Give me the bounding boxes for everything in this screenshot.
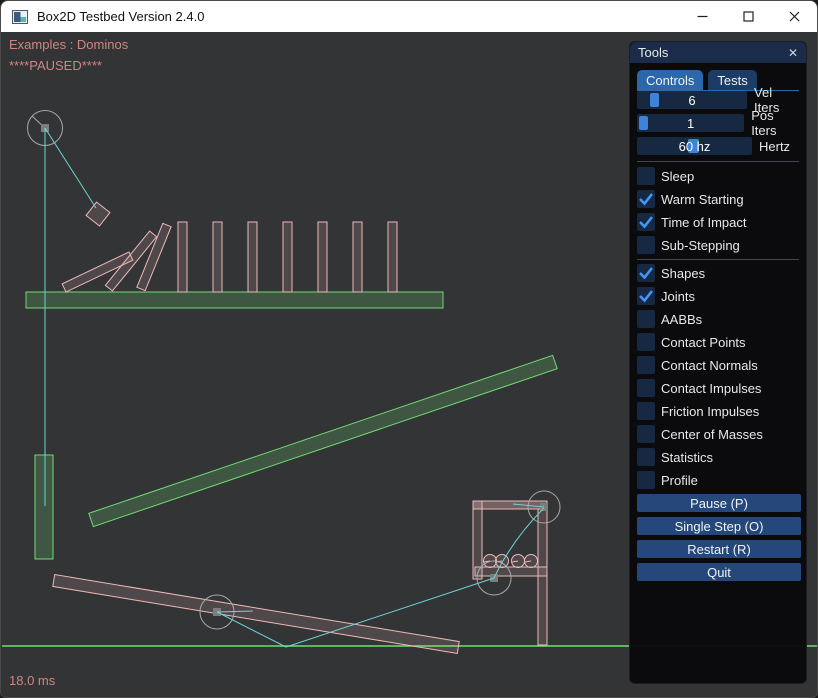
checkbox-time-of-impact[interactable]: Time of Impact bbox=[637, 213, 799, 231]
tilted-plank[interactable] bbox=[53, 575, 459, 654]
checkbox-warm-starting[interactable]: Warm Starting bbox=[637, 190, 799, 208]
minimize-icon bbox=[697, 11, 708, 22]
checkbox-box[interactable] bbox=[637, 356, 655, 374]
checkbox-contact-impulses[interactable]: Contact Impulses bbox=[637, 379, 799, 397]
checkbox-box[interactable] bbox=[637, 333, 655, 351]
tools-panel[interactable]: Tools ✕ Controls Tests 6 Vel Iters 1 P bbox=[629, 41, 807, 684]
pos-iters-label: Pos Iters bbox=[751, 108, 799, 138]
separator bbox=[637, 259, 799, 260]
tab-tests[interactable]: Tests bbox=[708, 70, 756, 90]
pos-iters-track[interactable]: 1 bbox=[637, 114, 744, 132]
pause-button[interactable]: Pause (P) bbox=[637, 494, 801, 512]
checkbox-box[interactable] bbox=[637, 379, 655, 397]
checkbox-label: Friction Impulses bbox=[661, 404, 759, 419]
app-window: Box2D Testbed Version 2.4.0 Examples bbox=[0, 0, 818, 698]
app-icon bbox=[12, 10, 28, 24]
checkbox-sub-stepping[interactable]: Sub-Stepping bbox=[637, 236, 799, 254]
checkbox-aabbs[interactable]: AABBs bbox=[637, 310, 799, 328]
tools-close-icon[interactable]: ✕ bbox=[788, 46, 798, 60]
single-step-button[interactable]: Single Step (O) bbox=[637, 517, 801, 535]
checkbox-box[interactable] bbox=[637, 425, 655, 443]
checkbox-label: Contact Normals bbox=[661, 358, 758, 373]
checkbox-label: Sub-Stepping bbox=[661, 238, 740, 253]
check-icon bbox=[637, 213, 655, 231]
checkbox-label: Contact Points bbox=[661, 335, 746, 350]
checkbox-sleep[interactable]: Sleep bbox=[637, 167, 799, 185]
domino-platform[interactable] bbox=[26, 292, 443, 308]
vel-iters-track[interactable]: 6 bbox=[637, 91, 747, 109]
checkbox-box[interactable] bbox=[637, 310, 655, 328]
checkbox-label: AABBs bbox=[661, 312, 702, 327]
separator bbox=[637, 161, 799, 162]
pos-iters-slider[interactable]: 1 Pos Iters bbox=[637, 114, 799, 132]
checkbox-box[interactable] bbox=[637, 213, 655, 231]
tools-panel-titlebar[interactable]: Tools ✕ bbox=[630, 42, 806, 63]
hertz-track[interactable]: 60 hz bbox=[637, 137, 752, 155]
close-icon bbox=[789, 11, 800, 22]
close-button[interactable] bbox=[771, 1, 817, 32]
checkbox-label: Center of Masses bbox=[661, 427, 763, 442]
restart-button[interactable]: Restart (R) bbox=[637, 540, 801, 558]
tab-controls[interactable]: Controls bbox=[637, 70, 703, 90]
check-icon bbox=[637, 287, 655, 305]
vel-iters-grab[interactable] bbox=[650, 93, 659, 107]
window-title: Box2D Testbed Version 2.4.0 bbox=[37, 9, 204, 24]
example-label: Examples : Dominos bbox=[9, 37, 128, 52]
checkbox-contact-normals[interactable]: Contact Normals bbox=[637, 356, 799, 374]
checkbox-label: Contact Impulses bbox=[661, 381, 761, 396]
fallen-dominos[interactable] bbox=[62, 223, 171, 292]
quit-button[interactable]: Quit bbox=[637, 563, 801, 581]
checkbox-friction-impulses[interactable]: Friction Impulses bbox=[637, 402, 799, 420]
checkbox-contact-points[interactable]: Contact Points bbox=[637, 333, 799, 351]
checkbox-label: Time of Impact bbox=[661, 215, 746, 230]
checkbox-profile[interactable]: Profile bbox=[637, 471, 799, 489]
checkbox-label: Statistics bbox=[661, 450, 713, 465]
checkbox-label: Joints bbox=[661, 289, 695, 304]
checkbox-box[interactable] bbox=[637, 190, 655, 208]
checkbox-label: Warm Starting bbox=[661, 192, 744, 207]
os-titlebar[interactable]: Box2D Testbed Version 2.4.0 bbox=[1, 1, 817, 32]
checkbox-label: Sleep bbox=[661, 169, 694, 184]
pos-iters-value: 1 bbox=[687, 116, 694, 131]
check-icon bbox=[637, 264, 655, 282]
checkbox-label: Profile bbox=[661, 473, 698, 488]
vertical-green-box[interactable] bbox=[35, 455, 53, 559]
hertz-slider[interactable]: 60 hz Hertz bbox=[637, 137, 799, 155]
check-icon bbox=[637, 190, 655, 208]
paused-label: ****PAUSED**** bbox=[9, 58, 102, 73]
pendulum-bob[interactable] bbox=[86, 202, 110, 226]
checkbox-box[interactable] bbox=[637, 402, 655, 420]
standing-dominos[interactable] bbox=[178, 222, 397, 292]
checkbox-joints[interactable]: Joints bbox=[637, 287, 799, 305]
checkbox-center-of-masses[interactable]: Center of Masses bbox=[637, 425, 799, 443]
checkbox-box[interactable] bbox=[637, 167, 655, 185]
checkbox-box[interactable] bbox=[637, 264, 655, 282]
checkbox-shapes[interactable]: Shapes bbox=[637, 264, 799, 282]
maximize-button[interactable] bbox=[725, 1, 771, 32]
checkbox-statistics[interactable]: Statistics bbox=[637, 448, 799, 466]
checkbox-box[interactable] bbox=[637, 448, 655, 466]
tools-panel-title: Tools bbox=[638, 45, 788, 60]
hertz-value: 60 hz bbox=[679, 139, 711, 154]
minimize-button[interactable] bbox=[679, 1, 725, 32]
checkbox-label: Shapes bbox=[661, 266, 705, 281]
pos-iters-grab[interactable] bbox=[639, 116, 648, 130]
checkbox-box[interactable] bbox=[637, 236, 655, 254]
frame-time-label: 18.0 ms bbox=[9, 673, 55, 688]
checkbox-box[interactable] bbox=[637, 287, 655, 305]
vel-iters-slider[interactable]: 6 Vel Iters bbox=[637, 91, 799, 109]
maximize-icon bbox=[743, 11, 754, 22]
vel-iters-value: 6 bbox=[688, 93, 695, 108]
checkbox-box[interactable] bbox=[637, 471, 655, 489]
hertz-label: Hertz bbox=[759, 139, 790, 154]
